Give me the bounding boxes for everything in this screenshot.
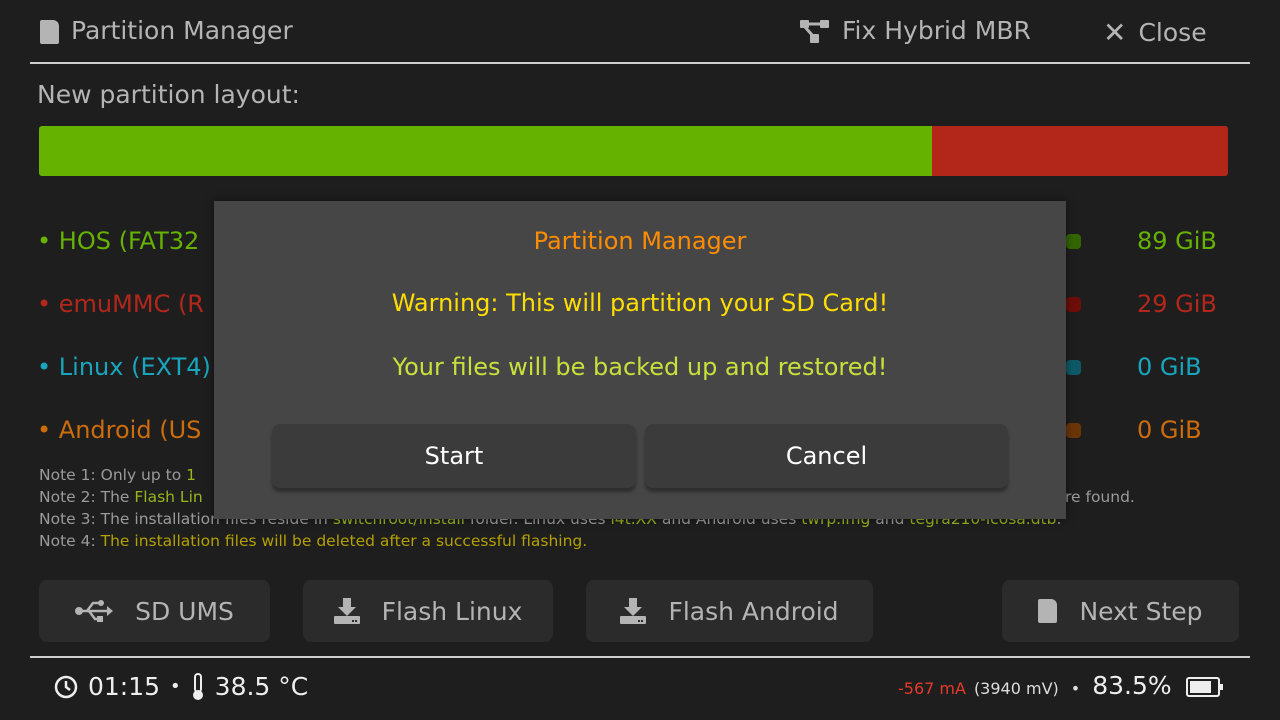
linux-size: 0 GiB xyxy=(1137,353,1202,381)
close-icon: ✕ xyxy=(1103,16,1127,49)
bar-segment-emummc xyxy=(931,126,1228,176)
hos-slider-knob[interactable] xyxy=(1066,234,1081,249)
usb-icon xyxy=(75,600,114,622)
separator-dot: • xyxy=(1070,679,1081,698)
partition-hos-label: • HOS (FAT32 xyxy=(37,227,200,255)
note-4: Note 4: The installation files will be d… xyxy=(39,532,588,550)
thermometer-icon xyxy=(192,672,203,700)
network-icon xyxy=(800,19,829,43)
close-button[interactable]: ✕ Close xyxy=(1103,16,1207,49)
flash-android-button[interactable]: Flash Android xyxy=(586,580,873,642)
temperature: 38.5 °C xyxy=(214,672,309,701)
sd-ums-label: SD UMS xyxy=(135,596,234,626)
bar-segment-hos xyxy=(39,126,932,176)
partition-linux-label: • Linux (EXT4) xyxy=(37,353,211,381)
emummc-slider-knob[interactable] xyxy=(1066,297,1081,312)
clock-time: 01:15 xyxy=(88,672,161,701)
flash-linux-label: Flash Linux xyxy=(381,596,523,626)
header-divider xyxy=(30,62,1250,64)
android-size: 0 GiB xyxy=(1137,416,1202,444)
note-2: Note 2: The Flash Lin xyxy=(39,488,203,506)
linux-slider-knob[interactable] xyxy=(1066,360,1081,375)
fix-hybrid-mbr-label: Fix Hybrid MBR xyxy=(842,16,1031,45)
dialog-title: Partition Manager xyxy=(533,227,747,255)
footer-divider xyxy=(30,656,1250,658)
android-slider-knob[interactable] xyxy=(1066,423,1081,438)
battery-current: -567 mA xyxy=(898,679,966,698)
partition-emummc-label: • emuMMC (R xyxy=(37,290,204,318)
cancel-button[interactable]: Cancel xyxy=(645,424,1008,488)
next-step-button[interactable]: Next Step xyxy=(1002,580,1239,642)
clock-icon xyxy=(54,675,78,698)
page-title: Partition Manager xyxy=(71,16,293,45)
close-label: Close xyxy=(1138,18,1207,47)
download-drive-icon xyxy=(620,598,647,624)
sd-card-icon xyxy=(1038,599,1058,623)
hos-size: 89 GiB xyxy=(1137,227,1217,255)
note-2-end: re found. xyxy=(1065,488,1135,506)
flash-linux-button[interactable]: Flash Linux xyxy=(303,580,553,642)
next-step-label: Next Step xyxy=(1079,596,1203,626)
status-left: 01:15 • 38.5 °C xyxy=(54,672,308,701)
partition-android-label: • Android (US xyxy=(37,416,202,444)
note-1: Note 1: Only up to 1 xyxy=(39,466,197,484)
emummc-size: 29 GiB xyxy=(1137,290,1217,318)
status-right: -567 mA (3940 mV) • 83.5% xyxy=(898,671,1223,700)
battery-voltage: (3940 mV) xyxy=(973,679,1059,698)
start-button[interactable]: Start xyxy=(272,424,636,488)
dialog-warning: Warning: This will partition your SD Car… xyxy=(391,289,889,317)
battery-percent: 83.5% xyxy=(1092,671,1172,700)
battery-icon xyxy=(1185,676,1223,697)
sd-ums-button[interactable]: SD UMS xyxy=(39,580,270,642)
fix-hybrid-mbr-button[interactable]: Fix Hybrid MBR xyxy=(800,16,1031,45)
flash-android-label: Flash Android xyxy=(668,596,839,626)
partition-layout-bar xyxy=(39,126,1228,176)
separator-dot: • xyxy=(170,676,181,697)
dialog-info: Your files will be backed up and restore… xyxy=(392,353,888,381)
layout-label: New partition layout: xyxy=(37,80,300,109)
sd-card-icon xyxy=(40,20,59,44)
download-drive-icon xyxy=(333,598,360,624)
